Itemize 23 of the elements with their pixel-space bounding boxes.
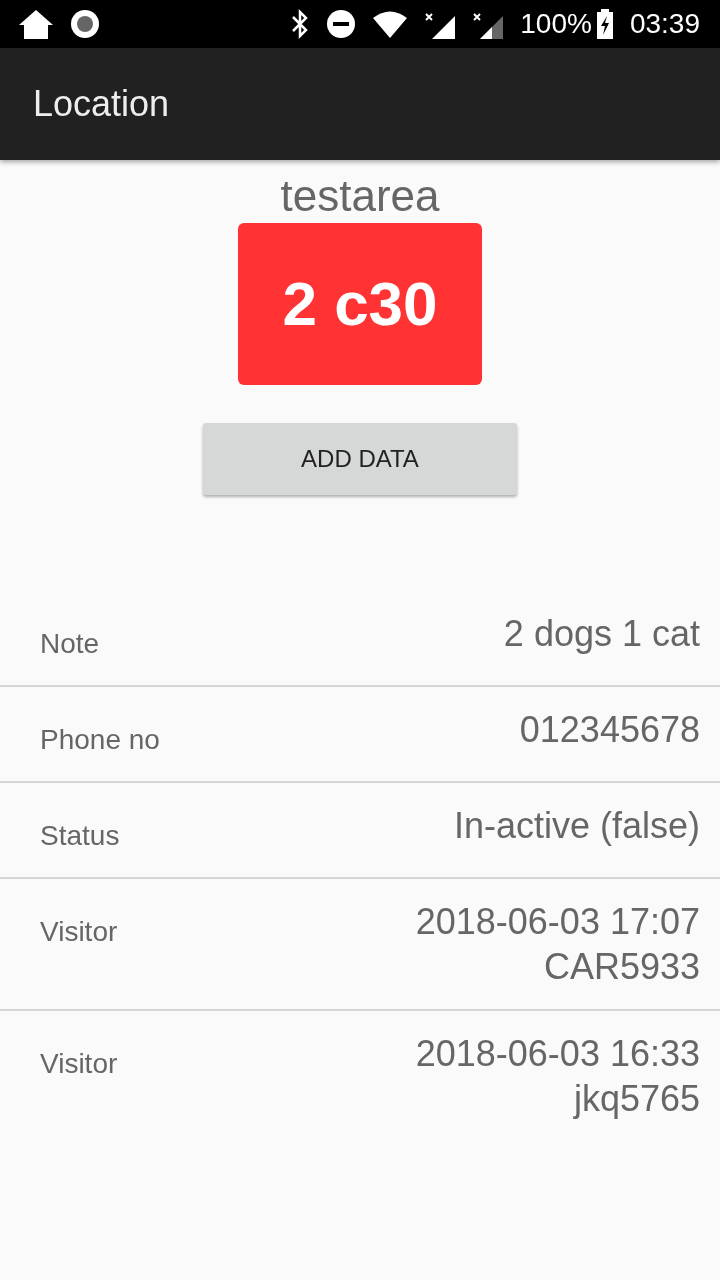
detail-value: 012345678 <box>519 707 700 752</box>
battery-percent: 100% <box>520 10 592 38</box>
detail-label: Visitor <box>40 914 118 949</box>
add-data-button[interactable]: ADD DATA <box>203 422 517 495</box>
clock: 03:39 <box>629 10 700 38</box>
area-name: testarea <box>280 170 440 222</box>
detail-value: CAR5933 <box>543 944 700 989</box>
home-icon <box>18 8 54 40</box>
app-title: Location <box>33 82 170 126</box>
detail-label: Visitor <box>40 1046 118 1081</box>
do-not-disturb-icon <box>326 9 357 39</box>
detail-value: In-active (false) <box>453 803 700 848</box>
detail-value: 2 dogs 1 cat <box>503 611 700 656</box>
detail-value: 2018-06-03 17:07 <box>415 899 700 944</box>
record-icon <box>70 9 100 39</box>
detail-label: Note <box>40 626 100 661</box>
detail-label: Status <box>40 818 120 853</box>
detail-label: Phone no <box>40 722 160 757</box>
battery-charging-icon <box>595 9 614 39</box>
wifi-icon <box>372 9 409 39</box>
detail-value: 2018-06-03 16:33 <box>415 1031 700 1076</box>
area-code-badge: 2 c30 <box>238 222 482 385</box>
detail-value: jkq5765 <box>573 1076 700 1121</box>
